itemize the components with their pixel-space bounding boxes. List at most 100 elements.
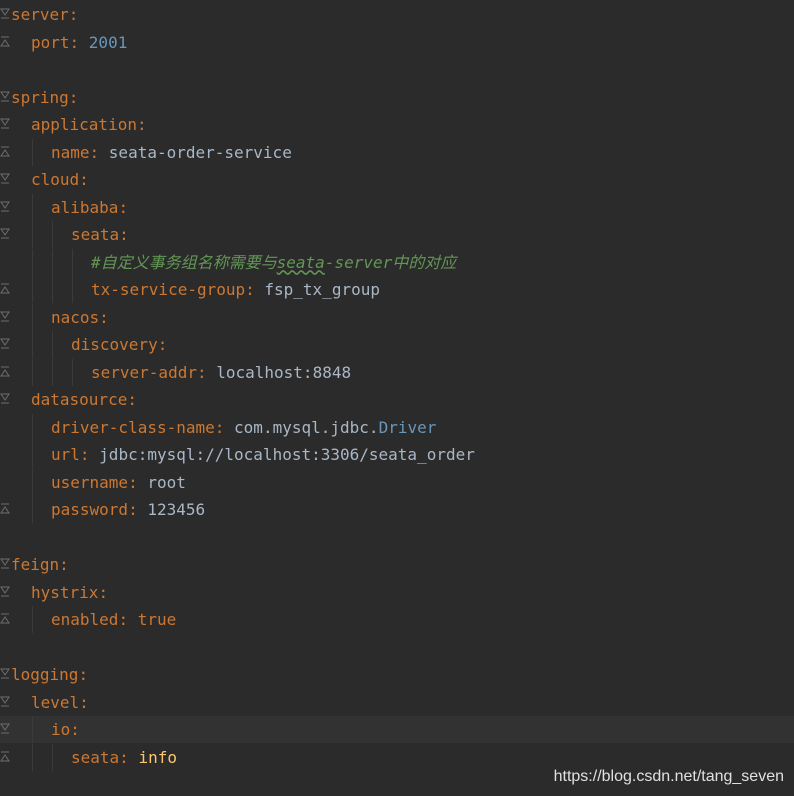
fold-close-icon[interactable] (0, 496, 10, 523)
code-line[interactable]: username: root (0, 468, 794, 496)
fold-open-icon[interactable] (0, 689, 10, 716)
code-editor[interactable]: seata: info io: level: logging: enabled: tru… (0, 0, 794, 796)
code-text: level: (31, 689, 89, 716)
code-line[interactable]: server: (0, 1, 794, 28)
code-text: port: 2001 (31, 29, 127, 56)
yaml-separator: : (214, 417, 235, 437)
yaml-value: jdbc:mysql://localhost:3306/seata_order (99, 445, 475, 464)
yaml-key: driver-class-name (51, 417, 215, 437)
code-line[interactable]: enabled: true (0, 606, 794, 633)
fold-close-icon[interactable] (0, 359, 10, 386)
yaml-separator: : (98, 582, 109, 602)
yaml-separator: : (128, 500, 148, 519)
fold-open-icon[interactable] (0, 579, 10, 606)
code-line[interactable]: logging: (0, 661, 794, 688)
yaml-key: logging (11, 665, 79, 684)
fold-close-icon[interactable] (0, 606, 10, 633)
code-line[interactable]: #自定义事务组名称需要与seata-server中的对应 (0, 248, 794, 276)
indent-guide (32, 193, 33, 221)
code-line[interactable]: alibaba: (0, 193, 794, 221)
code-text: enabled: true (51, 606, 176, 633)
code-line[interactable]: port: 2001 (0, 29, 794, 56)
fold-open-icon[interactable] (0, 551, 10, 578)
code-line[interactable]: name: seata-order-service (0, 138, 794, 166)
yaml-separator: : (157, 335, 168, 354)
yaml-key: url (51, 445, 80, 464)
yaml-key: seata (71, 225, 120, 244)
yaml-value: fsp_tx_group (264, 280, 380, 299)
code-line[interactable]: datasource: (0, 386, 794, 413)
fold-open-icon[interactable] (0, 386, 10, 413)
fold-open-icon[interactable] (0, 331, 10, 358)
indent-guide (32, 496, 33, 523)
indent-guide (72, 276, 73, 303)
yaml-separator: : (119, 747, 139, 767)
yaml-key: name (51, 142, 90, 162)
indent-guide (32, 303, 33, 331)
fold-close-icon[interactable] (0, 29, 10, 56)
indent-guide (32, 248, 33, 276)
fold-open-icon[interactable] (0, 194, 10, 221)
fold-close-icon[interactable] (0, 276, 10, 303)
code-line[interactable]: application: (0, 111, 794, 138)
fold-open-icon[interactable] (0, 304, 10, 331)
code-line[interactable] (0, 524, 794, 551)
yaml-value-part: . (320, 417, 331, 437)
code-line[interactable]: io: (0, 716, 794, 743)
code-line[interactable]: level: (0, 689, 794, 716)
fold-open-icon[interactable] (0, 111, 10, 138)
code-text: url: jdbc:mysql://localhost:3306/seata_o… (51, 441, 475, 468)
yaml-separator: : (70, 720, 80, 739)
code-line[interactable]: nacos: (0, 303, 794, 331)
yaml-key: application (31, 115, 137, 134)
code-line[interactable]: feign: (0, 551, 794, 578)
yaml-separator: : (59, 555, 69, 574)
code-line[interactable]: url: jdbc:mysql://localhost:3306/seata_o… (0, 441, 794, 468)
indent-guide (32, 743, 33, 771)
code-line[interactable]: spring: (0, 84, 794, 111)
code-text: hystrix: (31, 579, 108, 606)
yaml-value-part: jdbc (330, 417, 369, 437)
yaml-key: port (31, 32, 70, 52)
code-line[interactable]: cloud: (0, 166, 794, 193)
yaml-key: tx-service-group (91, 280, 246, 299)
code-line[interactable]: tx-service-group: fsp_tx_group (0, 276, 794, 303)
yaml-key: server-addr (91, 362, 197, 382)
fold-open-icon[interactable] (0, 1, 10, 28)
code-line[interactable]: password: 123456 (0, 496, 794, 523)
yaml-value-part: mysql (272, 417, 321, 437)
code-text: io: (51, 716, 80, 743)
code-line[interactable]: seata: (0, 221, 794, 248)
fold-open-icon[interactable] (0, 661, 10, 688)
comment-part: seata (276, 252, 325, 272)
indent-guide (52, 331, 53, 358)
yaml-separator: : (118, 610, 138, 629)
indent-guide (32, 413, 33, 441)
fold-open-icon[interactable] (0, 166, 10, 193)
code-line[interactable] (0, 56, 794, 83)
code-line[interactable]: discovery: (0, 331, 794, 358)
code-line[interactable]: seata: info (0, 743, 794, 771)
indent-guide (52, 276, 53, 303)
yaml-key: username (51, 472, 129, 492)
fold-close-icon[interactable] (0, 139, 10, 166)
yaml-key: seata (71, 747, 120, 767)
fold-open-icon[interactable] (0, 221, 10, 248)
code-line[interactable] (0, 634, 794, 661)
fold-open-icon[interactable] (0, 84, 10, 111)
yaml-separator: : (128, 472, 148, 492)
fold-close-icon[interactable] (0, 744, 10, 771)
yaml-key: datasource (31, 390, 128, 409)
code-text: datasource: (31, 386, 137, 413)
yaml-value-part: . (368, 417, 379, 437)
code-text: password: 123456 (51, 496, 205, 523)
code-line[interactable]: driver-class-name: com.mysql.jdbc.Driver (0, 413, 794, 441)
code-line[interactable]: server-addr: localhost:8848 (0, 358, 794, 386)
code-line[interactable]: hystrix: (0, 579, 794, 606)
code-text: seata: (71, 221, 129, 248)
indent-guide (32, 138, 33, 166)
fold-open-icon[interactable] (0, 716, 10, 743)
yaml-key: spring (11, 87, 69, 107)
indent-guide (52, 248, 53, 276)
code-text: spring: (11, 84, 78, 111)
